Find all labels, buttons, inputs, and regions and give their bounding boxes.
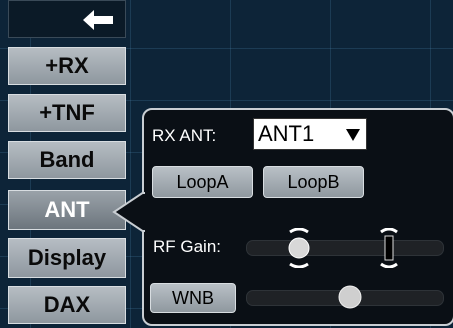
- sidebar-item-add-tnf[interactable]: +TNF: [8, 94, 126, 132]
- sidebar-item-label: ANT: [44, 197, 90, 222]
- sidebar-item-label: +RX: [45, 53, 89, 78]
- sidebar-item-label: DAX: [43, 292, 91, 317]
- sidebar-item-display[interactable]: Display: [8, 238, 126, 278]
- chevron-down-icon: [346, 129, 360, 141]
- loop-a-button[interactable]: LoopA: [152, 166, 253, 198]
- sidebar-item-label: Display: [27, 245, 107, 270]
- loop-b-button[interactable]: LoopB: [263, 166, 364, 198]
- back-button[interactable]: [8, 0, 126, 38]
- popup-pointer: [112, 192, 152, 232]
- rf-gain-label: RF Gain:: [153, 237, 222, 256]
- sidebar-item-label: Band: [39, 147, 95, 172]
- rx-ant-label: RX ANT:: [152, 126, 217, 145]
- sidebar-item-ant[interactable]: ANT: [8, 190, 126, 230]
- sidebar-item-band[interactable]: Band: [8, 141, 126, 179]
- arrow-left-icon: [83, 10, 113, 30]
- wnb-button[interactable]: WNB: [150, 283, 236, 313]
- rf-gain-slider-limit[interactable]: [376, 228, 402, 268]
- sidebar-item-dax[interactable]: DAX: [8, 286, 126, 324]
- sidebar-item-add-rx[interactable]: +RX: [8, 47, 126, 85]
- sidebar-item-label: +TNF: [39, 100, 95, 125]
- loop-b-label: LoopB: [287, 171, 340, 192]
- rx-ant-value: ANT1: [258, 121, 315, 146]
- rf-gain-slider-thumb[interactable]: [284, 228, 314, 268]
- rx-ant-select[interactable]: ANT1: [253, 118, 367, 150]
- wnb-label: WNB: [172, 287, 214, 308]
- rf-gain-slider[interactable]: [246, 240, 444, 256]
- loop-a-label: LoopA: [176, 171, 229, 192]
- wnb-level-slider-thumb[interactable]: [338, 285, 362, 309]
